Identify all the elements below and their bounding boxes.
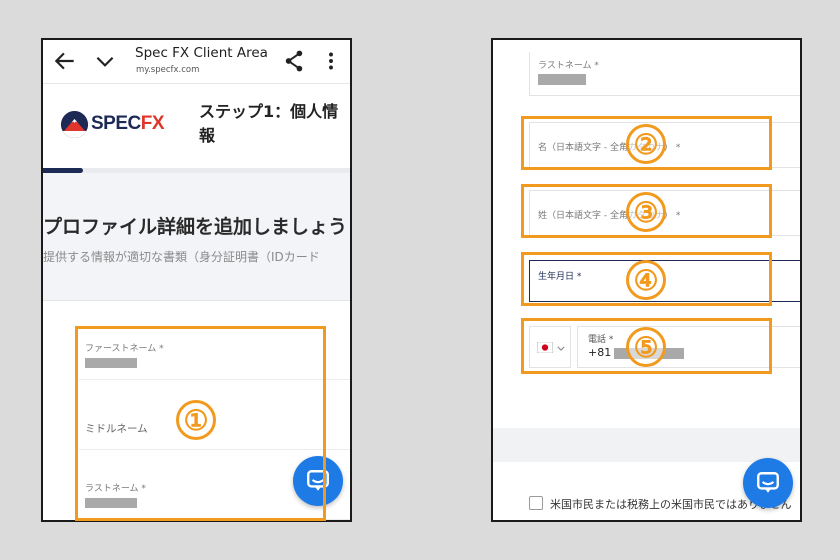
- arrow-left-icon[interactable]: [52, 48, 78, 74]
- step-marker-1: ①: [176, 400, 216, 440]
- last-name-label: ラストネーム *: [85, 484, 146, 494]
- phone-label: 電話 *: [588, 335, 614, 345]
- logo-wordmark: SPECFX: [91, 113, 165, 134]
- brand-header: SPECFX ステップ1：個人情報: [43, 84, 350, 168]
- first-name-field[interactable]: ファーストネーム *: [79, 336, 350, 380]
- chat-icon: [757, 472, 779, 493]
- last-name-label-top: ラストネーム *: [538, 61, 599, 71]
- country-code-selector[interactable]: [529, 326, 571, 368]
- chevron-down-icon: [557, 346, 565, 351]
- chat-support-button[interactable]: [293, 456, 343, 506]
- step-marker-2: ②: [626, 124, 666, 164]
- profile-subtitle: 提供する情報が適切な書類（身分証明書（IDカード: [43, 250, 320, 264]
- share-icon[interactable]: [281, 48, 307, 74]
- step-marker-4: ④: [626, 260, 666, 300]
- last-name-value-redacted: [85, 498, 137, 508]
- birthdate-label: 生年月日 *: [538, 272, 582, 282]
- phone-prefix: +81: [588, 346, 612, 359]
- chevron-down-icon[interactable]: [92, 48, 118, 74]
- first-name-value-redacted: [85, 358, 137, 368]
- chat-icon: [307, 470, 329, 491]
- last-name-value-redacted: [538, 74, 586, 85]
- more-vertical-icon[interactable]: [318, 48, 344, 74]
- profile-heading: プロファイル詳細を追加しましょう: [43, 216, 348, 238]
- last-name-field-top[interactable]: ラストネーム *: [529, 52, 800, 96]
- left-phone-screen: Spec FX Client Area my.specfx.com SPECFX…: [41, 38, 352, 522]
- browser-url[interactable]: my.specfx.com: [136, 65, 199, 75]
- first-name-label: ファーストネーム *: [85, 344, 164, 354]
- form-divider-band: [493, 428, 800, 462]
- us-citizen-checkbox[interactable]: [529, 496, 543, 510]
- specfx-logo: SPECFX: [61, 108, 165, 140]
- middle-name-field[interactable]: ミドルネーム: [79, 406, 350, 450]
- chat-support-button[interactable]: [743, 458, 793, 508]
- phone-field[interactable]: 電話 * +81: [577, 326, 800, 368]
- step-title: ステップ1：個人情報: [199, 102, 339, 145]
- japan-flag-icon: [537, 342, 553, 353]
- logo-mountain-icon: [61, 110, 88, 138]
- step-marker-3: ③: [626, 192, 666, 232]
- step-marker-5: ⑤: [626, 327, 666, 367]
- browser-page-title: Spec FX Client Area: [135, 45, 268, 61]
- browser-toolbar: Spec FX Client Area my.specfx.com: [43, 40, 350, 84]
- middle-name-placeholder: ミドルネーム: [85, 423, 148, 435]
